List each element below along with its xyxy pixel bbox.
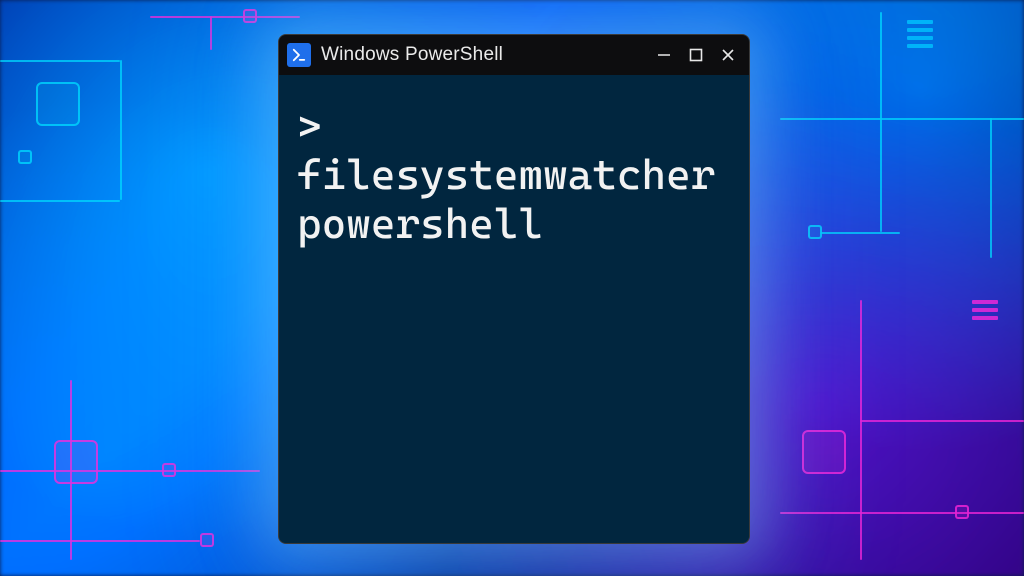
minimize-button[interactable] (655, 46, 673, 64)
close-button[interactable] (719, 46, 737, 64)
powershell-icon (287, 43, 311, 67)
window-title: Windows PowerShell (321, 44, 503, 66)
window-controls (655, 46, 741, 64)
terminal-command: filesystemwatcher powershell (297, 150, 715, 247)
titlebar[interactable]: Windows PowerShell (279, 35, 749, 75)
maximize-button[interactable] (687, 46, 705, 64)
powershell-window: Windows PowerShell > filesystemwatcher p… (278, 34, 750, 544)
prompt-symbol: > (297, 102, 322, 151)
terminal-body[interactable]: > filesystemwatcher powershell (279, 75, 749, 543)
